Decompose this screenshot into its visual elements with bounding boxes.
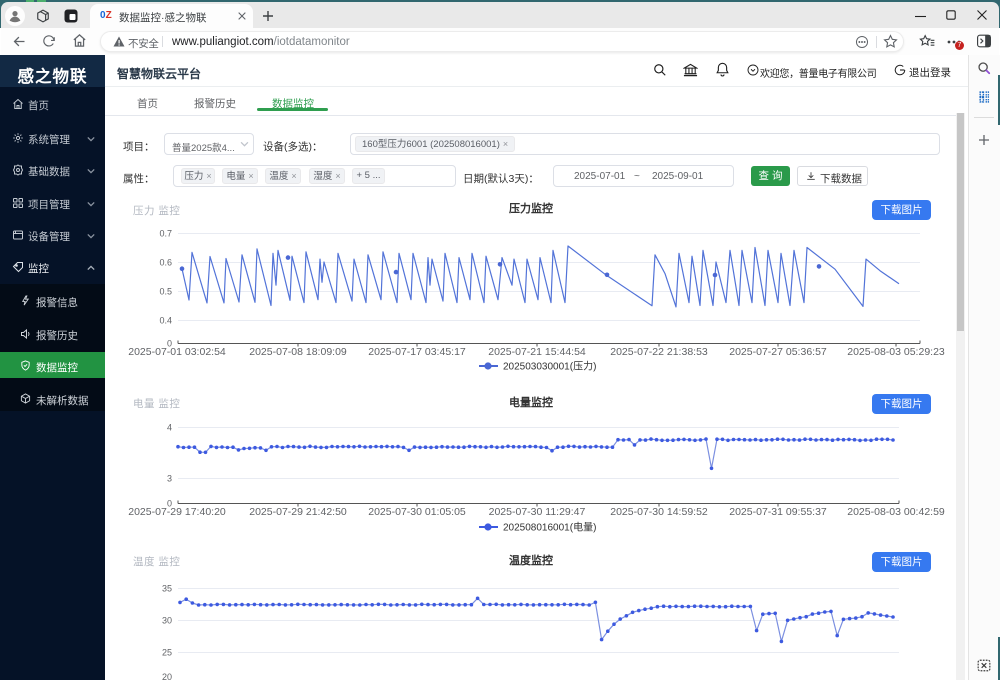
svg-text:25: 25 [162, 648, 172, 658]
svg-text:2025-07-30 14:59:52: 2025-07-30 14:59:52 [610, 506, 708, 518]
svg-text:2025-08-03 00:42:59: 2025-08-03 00:42:59 [847, 506, 945, 518]
svg-text:0.4: 0.4 [159, 316, 172, 326]
svg-text:2025-07-01 03:02:54: 2025-07-01 03:02:54 [128, 346, 226, 358]
svg-text:2025-07-29 17:40:20: 2025-07-29 17:40:20 [128, 506, 226, 518]
svg-text:2025-08-03 05:29:23: 2025-08-03 05:29:23 [847, 346, 945, 358]
svg-text:2025-07-21 15:44:54: 2025-07-21 15:44:54 [488, 346, 586, 358]
svg-text:30: 30 [162, 616, 172, 626]
svg-text:202508016001(电量): 202508016001(电量) [503, 521, 596, 534]
svg-text:2025-07-31 09:55:37: 2025-07-31 09:55:37 [729, 506, 827, 518]
svg-text:2025-07-30 11:29:47: 2025-07-30 11:29:47 [489, 506, 586, 518]
svg-text:20: 20 [162, 672, 172, 680]
svg-text:2025-07-27 05:36:57: 2025-07-27 05:36:57 [729, 346, 827, 358]
svg-text:2025-07-17 03:45:17: 2025-07-17 03:45:17 [368, 346, 466, 358]
svg-text:2025-07-08 18:09:09: 2025-07-08 18:09:09 [249, 346, 347, 358]
svg-text:35: 35 [162, 584, 172, 594]
svg-text:3: 3 [167, 474, 172, 484]
svg-text:2025-07-30 01:05:05: 2025-07-30 01:05:05 [368, 506, 466, 518]
svg-text:0.6: 0.6 [159, 258, 172, 268]
svg-text:0.5: 0.5 [159, 287, 172, 297]
svg-text:0.7: 0.7 [159, 229, 172, 239]
svg-text:202503030001(压力): 202503030001(压力) [503, 360, 596, 373]
svg-text:2025-07-29 21:42:50: 2025-07-29 21:42:50 [249, 506, 347, 518]
svg-text:4: 4 [167, 423, 172, 433]
svg-text:2025-07-22 21:38:53: 2025-07-22 21:38:53 [610, 346, 708, 358]
